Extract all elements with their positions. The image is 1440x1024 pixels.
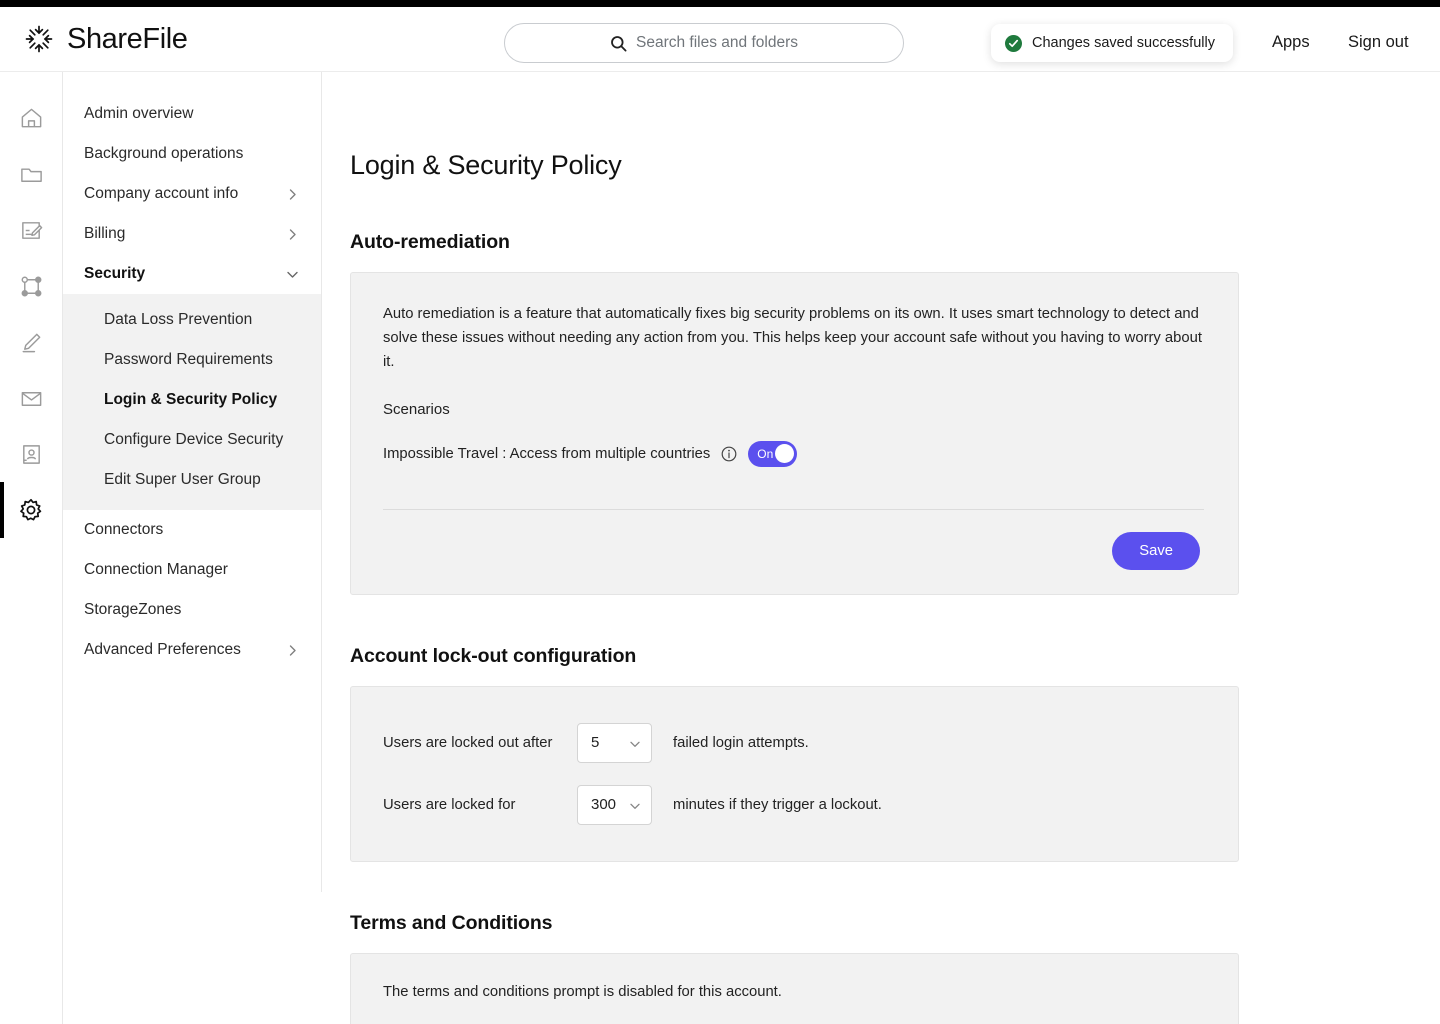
chevron-right-icon bbox=[286, 644, 299, 657]
submenu-item-label: Data Loss Prevention bbox=[104, 311, 253, 328]
security-submenu: Data Loss Prevention Password Requiremen… bbox=[63, 294, 321, 510]
sidebar-item-label: Connection Manager bbox=[84, 561, 228, 578]
folder-icon bbox=[19, 162, 44, 187]
sidebar-item-label: Admin overview bbox=[84, 105, 194, 122]
rail-item-folders[interactable] bbox=[0, 146, 62, 202]
sidebar-item-edit-super-user-group[interactable]: Edit Super User Group bbox=[63, 460, 321, 500]
search-icon bbox=[610, 35, 627, 52]
workflow-icon bbox=[19, 274, 44, 299]
sidebar-item-password-requirements[interactable]: Password Requirements bbox=[63, 340, 321, 380]
chevron-down-icon bbox=[286, 268, 299, 281]
impossible-travel-toggle[interactable]: On bbox=[748, 440, 798, 467]
toggle-state-label: On bbox=[757, 446, 774, 461]
terms-heading: Terms and Conditions bbox=[350, 911, 553, 934]
toast-message: Changes saved successfully bbox=[1032, 35, 1215, 51]
mail-icon bbox=[19, 386, 44, 411]
apps-link[interactable]: Apps bbox=[1272, 33, 1310, 52]
lockout-minutes-value: 300 bbox=[591, 796, 617, 814]
sidebar-item-company-account-info[interactable]: Company account info bbox=[63, 174, 321, 214]
lockout-duration-label: Users are locked for bbox=[383, 796, 516, 813]
rail-item-mail[interactable] bbox=[0, 370, 62, 426]
submenu-item-label: Configure Device Security bbox=[104, 431, 284, 448]
document-edit-icon bbox=[19, 218, 44, 243]
icon-rail bbox=[0, 72, 63, 1024]
auto-remediation-heading: Auto-remediation bbox=[350, 231, 510, 253]
sidebar-item-configure-device-security[interactable]: Configure Device Security bbox=[63, 420, 321, 460]
save-row: Save bbox=[351, 510, 1238, 594]
auto-remediation-card: Auto remediation is a feature that autom… bbox=[350, 272, 1239, 595]
lockout-row-duration: Users are locked for 300 minutes if they… bbox=[383, 784, 1206, 825]
sharefile-logo[interactable]: ShareFile bbox=[0, 22, 480, 56]
lockout-attempts-suffix: failed login attempts. bbox=[673, 734, 809, 751]
failed-attempts-value: 5 bbox=[591, 734, 600, 752]
lockout-card: Users are locked out after 5 failed logi… bbox=[350, 685, 1239, 862]
address-book-icon bbox=[19, 442, 44, 467]
app-body: Admin overview Background operations Com… bbox=[0, 72, 1440, 1024]
rail-item-workflows[interactable] bbox=[0, 258, 62, 314]
app-header: ShareFile Search files and folders Chang… bbox=[0, 7, 1440, 72]
lockout-duration-suffix: minutes if they trigger a lockout. bbox=[673, 796, 882, 813]
main-content: Login & Security Policy Auto-remediation… bbox=[322, 72, 1440, 1024]
scenario-row-impossible-travel: Impossible Travel : Access from multiple… bbox=[383, 440, 1204, 467]
lockout-heading: Account lock-out configuration bbox=[350, 644, 637, 667]
sharefile-logo-text: ShareFile bbox=[67, 22, 188, 55]
rail-item-settings[interactable] bbox=[0, 482, 62, 538]
sidebar-item-background-operations[interactable]: Background operations bbox=[63, 134, 321, 174]
scenarios-label: Scenarios bbox=[383, 400, 450, 418]
settings-sidebar: Admin overview Background operations Com… bbox=[63, 72, 322, 892]
top-accent-bar bbox=[0, 0, 1440, 7]
submenu-item-label: Edit Super User Group bbox=[104, 471, 261, 488]
sharefile-logo-icon bbox=[22, 22, 56, 56]
terms-status-text: The terms and conditions prompt is disab… bbox=[383, 983, 782, 1000]
auto-remediation-description: Auto remediation is a feature that autom… bbox=[383, 306, 1202, 370]
rail-item-documents[interactable] bbox=[0, 202, 62, 258]
sidebar-item-label: Connectors bbox=[84, 521, 164, 538]
chevron-right-icon bbox=[286, 228, 299, 241]
info-circle-icon[interactable] bbox=[721, 446, 737, 462]
sidebar-item-connectors[interactable]: Connectors bbox=[63, 510, 321, 550]
status-toast: Changes saved successfully bbox=[991, 24, 1233, 62]
chevron-right-icon bbox=[286, 188, 299, 201]
rail-item-home[interactable] bbox=[0, 90, 62, 146]
sidebar-item-connection-manager[interactable]: Connection Manager bbox=[63, 550, 321, 590]
sidebar-item-security[interactable]: Security bbox=[63, 254, 321, 294]
sidebar-item-admin-overview[interactable]: Admin overview bbox=[63, 94, 321, 134]
page-title: Login & Security Policy bbox=[350, 150, 622, 180]
sidebar-item-label: Company account info bbox=[84, 185, 239, 202]
sidebar-item-storagezones[interactable]: StorageZones bbox=[63, 590, 321, 630]
sidebar-item-label: Advanced Preferences bbox=[84, 641, 241, 658]
lockout-row-attempts: Users are locked out after 5 failed logi… bbox=[383, 722, 1206, 763]
sidebar-item-advanced-preferences[interactable]: Advanced Preferences bbox=[63, 630, 321, 670]
chevron-down-icon bbox=[629, 799, 641, 811]
submenu-item-label: Login & Security Policy bbox=[104, 391, 278, 408]
save-button[interactable]: Save bbox=[1112, 531, 1200, 570]
home-icon bbox=[19, 106, 44, 131]
sidebar-item-data-loss-prevention[interactable]: Data Loss Prevention bbox=[63, 300, 321, 340]
scenario-label: Impossible Travel : Access from multiple… bbox=[383, 445, 711, 462]
sign-out-link[interactable]: Sign out bbox=[1348, 33, 1409, 52]
sidebar-item-label: Billing bbox=[84, 225, 126, 242]
check-circle-icon bbox=[1005, 34, 1022, 52]
signature-pen-icon bbox=[19, 330, 44, 355]
search-input[interactable]: Search files and folders bbox=[504, 23, 904, 63]
search-placeholder: Search files and folders bbox=[636, 34, 798, 51]
lockout-attempts-label: Users are locked out after bbox=[383, 734, 553, 751]
failed-attempts-select[interactable]: 5 bbox=[577, 722, 652, 763]
sidebar-item-label: Background operations bbox=[84, 145, 244, 162]
submenu-item-label: Password Requirements bbox=[104, 351, 273, 368]
lockout-minutes-select[interactable]: 300 bbox=[577, 784, 652, 825]
sidebar-item-label: Security bbox=[84, 265, 146, 282]
rail-item-signatures[interactable] bbox=[0, 314, 62, 370]
sidebar-item-login-security-policy[interactable]: Login & Security Policy bbox=[63, 380, 321, 420]
sidebar-item-label: StorageZones bbox=[84, 601, 182, 618]
chevron-down-icon bbox=[629, 737, 641, 749]
terms-card: The terms and conditions prompt is disab… bbox=[350, 952, 1239, 1024]
gear-icon bbox=[18, 497, 44, 523]
rail-item-contacts[interactable] bbox=[0, 426, 62, 482]
toggle-knob bbox=[775, 444, 795, 464]
sidebar-item-billing[interactable]: Billing bbox=[63, 214, 321, 254]
